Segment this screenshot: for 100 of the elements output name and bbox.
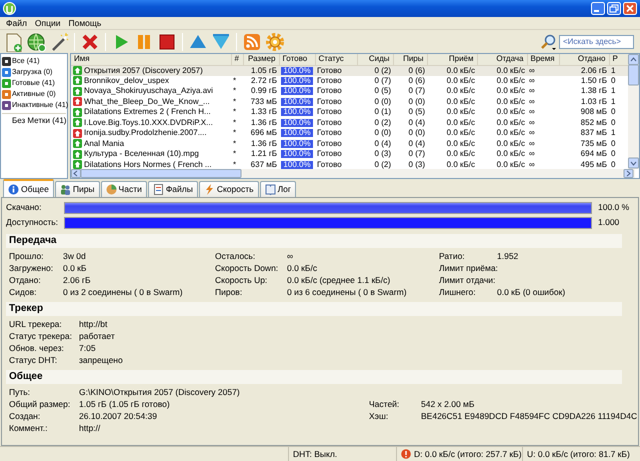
table-cell-text: 0.0 кБ/с xyxy=(496,86,526,96)
vertical-scrollbar[interactable] xyxy=(628,54,639,169)
tab[interactable]: Скорость xyxy=(198,181,259,197)
column-header[interactable]: Время xyxy=(527,54,559,65)
table-cell-text: 0.0 кБ/с xyxy=(496,149,526,160)
table-cell-text: 0 (0) xyxy=(374,96,392,107)
tab[interactable]: Файлы xyxy=(148,181,198,197)
search-field[interactable]: <Искать здесь> xyxy=(559,34,634,48)
torrent-row[interactable]: Bronnikov_delov_uspex * 2.72 гБ 100.0% Готово 0 (7) 0 (6) 0.0 кБ/с 0.0 кБ/с ∞ 1.50 гБ 0 xyxy=(71,76,628,86)
table-cell-text: 0 (4) xyxy=(408,138,426,149)
column-header[interactable]: Приём xyxy=(427,54,477,65)
lightning-icon xyxy=(204,184,215,195)
table-cell-text: 1.36 гБ xyxy=(250,138,278,149)
progress-reading: 100.0 % xyxy=(597,202,630,213)
table-cell-text: Готово xyxy=(316,160,343,169)
column-header[interactable]: Отдано xyxy=(559,54,609,65)
torrent-name: Novaya_Shokiruyuschaya_Aziya.avi xyxy=(84,86,213,96)
pie-icon xyxy=(106,184,117,195)
table-cell-text: * xyxy=(232,107,238,118)
torrent-status-icon xyxy=(73,76,82,86)
table-cell-text: 0 (5) xyxy=(408,107,426,118)
torrent-row[interactable]: I.Love.Big.Toys.10.XXX.DVDRiP.X... * 1.36 гБ 100.0% Готово 0 (2) 0 (4) 0.0 кБ/с 0.0 кБ/с ∞ 852 мБ 0 xyxy=(71,118,628,128)
table-cell-text: 0.0 кБ/с xyxy=(446,107,476,118)
column-header[interactable]: Р xyxy=(609,54,628,65)
table-cell-text: 1 xyxy=(610,128,616,138)
minimize-button[interactable] xyxy=(591,2,605,15)
torrent-name: What_the_Bleep_Do_We_Know_... xyxy=(84,96,210,107)
label-item[interactable]: Без Метки (41) xyxy=(2,116,66,126)
field-label: Скорость Down: xyxy=(215,262,280,274)
table-cell-text: ∞ xyxy=(528,149,536,160)
tab[interactable]: Пиры xyxy=(54,181,100,197)
column-header[interactable]: Отдача xyxy=(477,54,527,65)
field-value: работает xyxy=(79,330,116,342)
torrent-row[interactable]: Dilatations Extremes 2 ( French H... * 1.33 гБ 100.0% Готово 0 (1) 0 (5) 0.0 кБ/с 0.0 кБ/с ∞ 908 мБ 0 xyxy=(71,107,628,118)
menu-item[interactable]: Опции xyxy=(30,18,64,28)
column-header[interactable]: Статус xyxy=(315,54,357,65)
down-arrow-icon[interactable] xyxy=(211,32,231,52)
table-cell-text: 1.21 гБ xyxy=(250,149,278,160)
field-value: 26.10.2007 20:54:39 xyxy=(79,410,158,422)
table-cell-text: 0 (5) xyxy=(374,86,392,96)
torrent-row[interactable]: Открытия 2057 (Discovery 2057) 1.05 гБ 100.0% Готово 0 (2) 0 (6) 0.0 кБ/с 0.0 кБ/с ∞ 2.06 гБ 1 xyxy=(71,65,628,76)
torrent-row[interactable]: Культура - Вселенная (10).mpg * 1.21 гБ 100.0% Готово 0 (3) 0 (7) 0.0 кБ/с 0.0 кБ/с ∞ 694 мБ 0 xyxy=(71,149,628,160)
people-icon xyxy=(60,184,71,195)
table-cell-text: 0 (3) xyxy=(374,149,392,160)
torrent-status-icon xyxy=(73,97,82,106)
torrent-status-icon xyxy=(73,66,82,75)
column-header[interactable]: Готово xyxy=(279,54,315,65)
stop-icon[interactable] xyxy=(157,32,177,52)
delete-icon[interactable] xyxy=(80,32,100,52)
restore-button[interactable] xyxy=(607,2,621,15)
table-cell-text: 694 мБ xyxy=(580,149,608,160)
table-cell-text: 0 xyxy=(610,138,616,149)
torrent-row[interactable]: Novaya_Shokiruyuschaya_Aziya.avi * 0.99 гБ 100.0% Готово 0 (5) 0 (7) 0.0 кБ/с 0.0 кБ/с ∞ 1.38 гБ 1 xyxy=(71,86,628,96)
table-cell-text: 0.0 кБ/с xyxy=(496,107,526,118)
globe-icon[interactable] xyxy=(26,32,46,52)
table-cell: 0 xyxy=(609,76,628,86)
column-header[interactable]: # xyxy=(231,54,243,65)
field-label: Пиров: xyxy=(215,286,244,298)
field-label: Загружено: xyxy=(9,262,54,274)
field-value: http://bt xyxy=(79,318,108,330)
tab[interactable]: Части xyxy=(100,181,147,197)
field-value: 0.0 кБ xyxy=(63,262,88,274)
field-label: Коммент.: xyxy=(9,422,48,434)
torrent-status-icon xyxy=(73,128,82,138)
gear-icon[interactable] xyxy=(265,32,285,52)
field-label: Обнов. через: xyxy=(9,342,65,354)
torrent-status-icon xyxy=(73,160,82,169)
torrent-name: Anal Mania xyxy=(84,138,124,149)
table-cell-text: 837 мБ xyxy=(580,128,608,138)
tab[interactable]: Общее xyxy=(3,179,54,197)
field-label: Частей: xyxy=(369,398,400,410)
section-heading: Трекер xyxy=(6,302,622,316)
field-value: 3w 0d xyxy=(63,250,87,262)
menu-item[interactable]: Помощь xyxy=(64,18,106,28)
column-header[interactable]: Имя xyxy=(71,54,231,65)
search-icon[interactable] xyxy=(540,34,556,50)
table-cell: ∞ xyxy=(527,76,559,86)
field-label: Лишнего: xyxy=(439,286,477,298)
close-button[interactable] xyxy=(623,2,637,15)
torrent-row[interactable]: Anal Mania * 1.36 гБ 100.0% Готово 0 (4) 0 (4) 0.0 кБ/с 0.0 кБ/с ∞ 735 мБ 0 xyxy=(71,138,628,149)
rss-icon[interactable] xyxy=(242,32,262,52)
menu-item[interactable]: Файл xyxy=(2,18,31,28)
table-cell-text: * xyxy=(232,149,238,160)
table-cell-text: ∞ xyxy=(528,138,536,149)
field-value: 7:05 xyxy=(79,342,97,354)
torrent-row[interactable]: What_the_Bleep_Do_We_Know_... * 733 мБ 100.0% Готово 0 (0) 0 (0) 0.0 кБ/с 0.0 кБ/с ∞ 1.03 гБ 1 xyxy=(71,96,628,107)
table-cell-text: 0 (4) xyxy=(374,138,392,149)
column-header[interactable]: Сиды xyxy=(357,54,393,65)
tab[interactable]: Лог xyxy=(260,181,296,197)
table-cell-text: 1.36 гБ xyxy=(250,118,278,128)
column-header[interactable]: Размер xyxy=(243,54,279,65)
table-cell: 1 xyxy=(609,65,628,76)
field-value: 0.0 кБ (0 ошибок) xyxy=(497,286,566,298)
horizontal-scrollbar[interactable] xyxy=(71,169,635,178)
table-cell: 0.0 кБ/с xyxy=(477,65,527,76)
field-label: Лимит отдачи: xyxy=(439,274,496,286)
torrent-row[interactable]: Dilatations Hors Normes ( French ... * 637 мБ 100.0% Готово 0 (2) 0 (3) 0.0 кБ/с 0.0 кБ/с ∞ 495 мБ 0 xyxy=(71,160,628,169)
column-header[interactable]: Пиры xyxy=(393,54,427,65)
torrent-status-icon xyxy=(73,150,82,159)
torrent-row[interactable]: Ironija.sudby.Prodolzhenie.2007.... * 696 мБ 100.0% Готово 0 (0) 0 (0) 0.0 кБ/с 0.0 кБ/с ∞ 837 мБ 1 xyxy=(71,128,628,138)
